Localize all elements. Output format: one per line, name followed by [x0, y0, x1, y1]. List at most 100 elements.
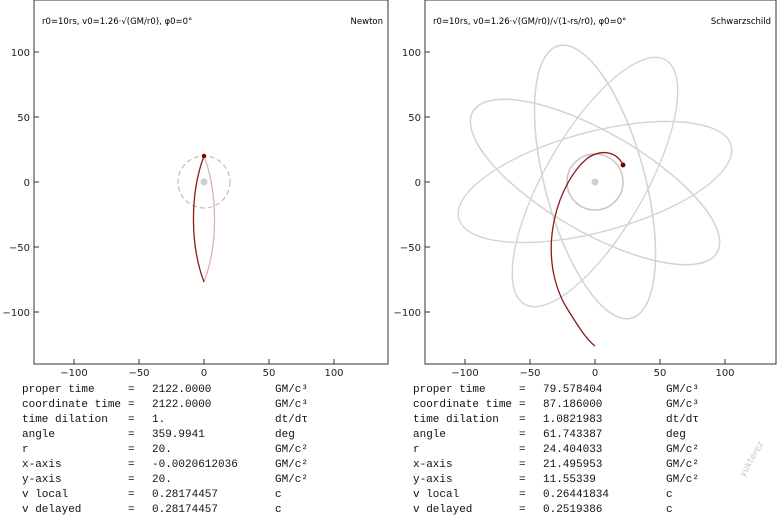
readout-label: x-axis: [413, 459, 453, 471]
x-tick-label: 100: [324, 368, 343, 379]
newton-plot: r0=10rs, v0=1.26·√(GM/r0), φ0=0° Newton …: [3, 0, 389, 379]
readout-value: 24.404033: [543, 444, 603, 456]
readout-equals: =: [128, 459, 135, 471]
readout-equals: =: [128, 474, 135, 486]
readout-unit: GM/c²: [666, 459, 700, 471]
y-tick-label: −50: [400, 243, 421, 254]
plot-subtitle: r0=10rs, v0=1.26·√(GM/r0)/√(1-rs/r0), φ0…: [433, 17, 626, 27]
readout-label: v delayed: [22, 504, 82, 516]
readout-unit: c: [275, 489, 282, 501]
x-tick-label: 0: [592, 368, 598, 379]
readout-unit: deg: [666, 429, 686, 441]
schwarzschild-panel: r0=10rs, v0=1.26·√(GM/r0)/√(1-rs/r0), φ0…: [389, 0, 777, 516]
readout-unit: GM/c²: [275, 459, 309, 471]
readout-label: y-axis: [413, 474, 453, 486]
readout-label: v local: [22, 489, 69, 501]
readout-value: 21.495953: [543, 459, 603, 471]
readout-equals: =: [519, 399, 526, 411]
x-tick-label: −100: [60, 368, 87, 379]
readout-equals: =: [128, 489, 135, 501]
readout-value: 0.28174457: [152, 504, 219, 516]
plot-title: Schwarzschild: [711, 17, 771, 27]
readout-equals: =: [519, 459, 526, 471]
y-tick-label: −100: [3, 308, 30, 319]
readout-unit: GM/c³: [275, 384, 309, 396]
readout-unit: GM/c²: [666, 474, 700, 486]
central-mass: [591, 178, 599, 186]
newton-readout: proper time = 2122.0000 GM/c³ coordinate ti…: [22, 383, 362, 516]
readout-equals: =: [519, 414, 526, 426]
y-tick-label: 0: [24, 178, 30, 189]
readout-label: angle: [413, 429, 447, 441]
x-tick-label: −50: [128, 368, 149, 379]
readout-value: 87.186000: [543, 399, 603, 411]
readout-unit: GM/c²: [275, 474, 309, 486]
readout-value: 79.578404: [543, 384, 603, 396]
readout-value: 1.0821983: [543, 414, 603, 426]
readout-value: 0.2519386: [543, 504, 603, 516]
readout-value: 359.9941: [152, 429, 205, 441]
x-tick-label: −100: [451, 368, 478, 379]
readout-unit: GM/c³: [275, 399, 309, 411]
readout-unit: c: [666, 489, 673, 501]
readout-label: time dilation: [22, 414, 108, 426]
readout-equals: =: [519, 444, 526, 456]
readout-value: 0.28174457: [152, 489, 219, 501]
readout-value: 2122.0000: [152, 384, 212, 396]
readout-equals: =: [128, 504, 135, 516]
readout-unit: c: [275, 504, 282, 516]
readout-label: x-axis: [22, 459, 62, 471]
readout-equals: =: [519, 504, 526, 516]
readout-label: coordinate time: [413, 399, 513, 411]
readout-unit: dt/dτ: [666, 414, 700, 426]
y-tick-label: 100: [11, 48, 30, 59]
readout-unit: GM/c²: [666, 444, 700, 456]
plot-title: Newton: [351, 17, 383, 27]
y-tick-label: 0: [415, 178, 421, 189]
readout-equals: =: [128, 429, 135, 441]
readout-equals: =: [128, 414, 135, 426]
readout-equals: =: [128, 399, 135, 411]
readout-label: r: [413, 444, 420, 456]
readout-value: 2122.0000: [152, 399, 212, 411]
readout-unit: deg: [275, 429, 295, 441]
readout-equals: =: [128, 384, 135, 396]
readout-label: v local: [413, 489, 460, 501]
readout-label: angle: [22, 429, 56, 441]
readout-equals: =: [519, 474, 526, 486]
readout-label: proper time: [413, 384, 486, 396]
readout-label: v delayed: [413, 504, 473, 516]
readout-label: time dilation: [413, 414, 499, 426]
readout-value: 20.: [152, 444, 172, 456]
readout-unit: GM/c²: [275, 444, 309, 456]
schwarzschild-plot: r0=10rs, v0=1.26·√(GM/r0)/√(1-rs/r0), φ0…: [394, 0, 777, 379]
readout-label: proper time: [22, 384, 95, 396]
y-tick-label: −50: [9, 243, 30, 254]
test-particle: [201, 153, 207, 159]
readout-equals: =: [519, 489, 526, 501]
readout-value: -0.0020612036: [152, 459, 238, 471]
readout-equals: =: [519, 384, 526, 396]
readout-unit: GM/c³: [666, 384, 700, 396]
test-particle: [620, 162, 626, 168]
readout-unit: c: [666, 504, 673, 516]
readout-value: 11.55339: [543, 474, 596, 486]
readout-value: 0.26441834: [543, 489, 610, 501]
readout-value: 61.743387: [543, 429, 603, 441]
readout-equals: =: [519, 429, 526, 441]
readout-value: 20.: [152, 474, 172, 486]
y-tick-label: 50: [408, 113, 421, 124]
y-tick-label: 100: [402, 48, 421, 59]
readout-value: 1.: [152, 414, 166, 426]
readout-unit: GM/c³: [666, 399, 700, 411]
newton-panel: r0=10rs, v0=1.26·√(GM/r0), φ0=0° Newton …: [0, 0, 389, 516]
x-tick-label: 50: [654, 368, 667, 379]
readout-label: r: [22, 444, 29, 456]
plot-subtitle: r0=10rs, v0=1.26·√(GM/r0), φ0=0°: [42, 17, 192, 27]
x-tick-label: 0: [201, 368, 207, 379]
readout-label: y-axis: [22, 474, 62, 486]
schwarzschild-readout: proper time = 79.578404 GM/c³ coordinate ti…: [413, 383, 753, 516]
readout-unit: dt/dτ: [275, 414, 309, 426]
readout-label: coordinate time: [22, 399, 122, 411]
y-tick-label: 50: [17, 113, 30, 124]
